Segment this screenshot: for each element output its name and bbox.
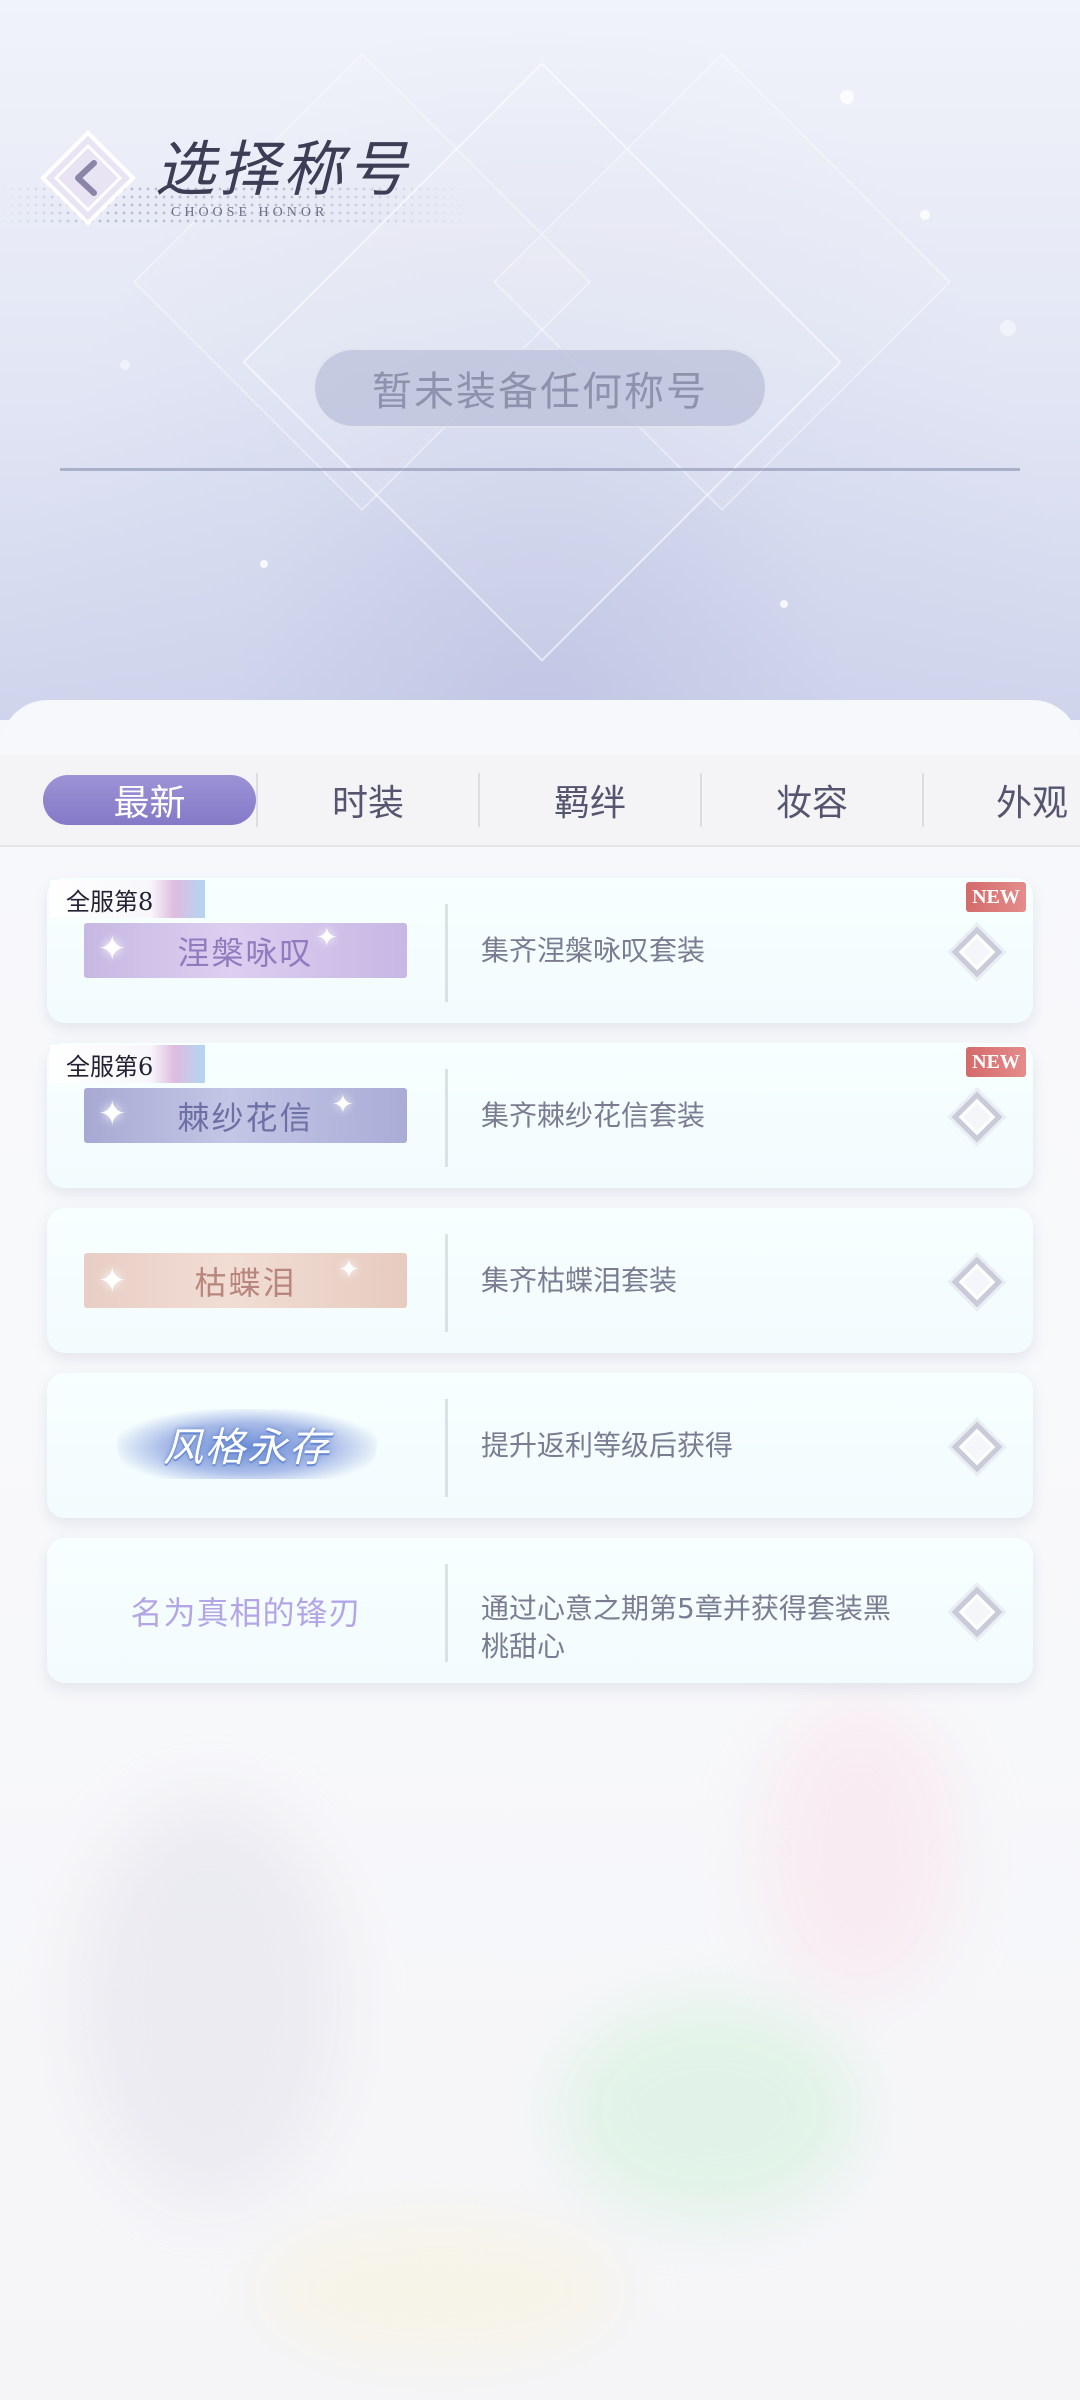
- equip-diamond-icon[interactable]: [951, 1421, 1003, 1473]
- card-divider: [445, 1234, 448, 1332]
- title-list-panel: 最新 时装 羁绊 妆容 外观 ✦ ✦ 涅槃咏叹 全服第8 NEW 集齐涅槃咏叹套…: [0, 700, 1080, 2400]
- back-button[interactable]: [38, 128, 138, 228]
- title-name-plate: ✦ ✦ 枯蝶泪: [84, 1253, 407, 1308]
- page-subtitle: CHOOSE HONOR: [171, 205, 329, 220]
- new-badge: NEW: [966, 882, 1026, 912]
- title-name-plate: ✦ ✦ 棘纱花信: [84, 1088, 407, 1143]
- tab-latest[interactable]: 最新: [43, 755, 256, 845]
- tab-appearance[interactable]: 外观: [924, 755, 1080, 845]
- tab-label: 外观: [996, 783, 1069, 824]
- decor-glow: [260, 2220, 620, 2360]
- rank-tag: 全服第6: [50, 1045, 205, 1083]
- sparkle: [840, 90, 854, 104]
- title-card[interactable]: ✦ ✦ 棘纱花信 全服第6 NEW 集齐棘纱花信套装: [47, 1043, 1033, 1188]
- title-name: 名为真相的锋刃: [130, 1593, 362, 1632]
- title-card[interactable]: ✦ ✦ 枯蝶泪 集齐枯蝶泪套装: [47, 1208, 1033, 1353]
- equip-diamond-icon[interactable]: [951, 1091, 1003, 1143]
- decor-glow: [560, 2000, 860, 2220]
- category-tabs: 最新 时装 羁绊 妆容 外观: [0, 755, 1080, 847]
- sparkle-icon: ✦: [98, 929, 129, 969]
- decor-glow: [80, 1800, 340, 2200]
- tab-bond[interactable]: 羁绊: [480, 755, 700, 845]
- sparkle-icon: ✦: [98, 1261, 129, 1301]
- title-card[interactable]: ✦ ✦ 涅槃咏叹 全服第8 NEW 集齐涅槃咏叹套装: [47, 878, 1033, 1023]
- title-requirement: 通过心意之期第5章并获得套装黑桃甜心: [481, 1592, 891, 1663]
- title-requirement: 集齐棘纱花信套装: [481, 1098, 706, 1132]
- sparkle-icon: ✦: [332, 1090, 356, 1120]
- tab-label: 最新: [113, 783, 186, 824]
- sparkle: [920, 210, 930, 220]
- title-requirement: 提升返利等级后获得: [481, 1428, 734, 1462]
- sparkle: [780, 600, 788, 608]
- equip-diamond-icon[interactable]: [951, 1586, 1003, 1638]
- decor-glow: [760, 1700, 960, 2000]
- sparkle: [120, 360, 130, 370]
- rank-tag: 全服第8: [50, 880, 205, 918]
- card-divider: [445, 1564, 448, 1662]
- sparkle: [260, 560, 268, 568]
- divider: [60, 468, 1020, 471]
- title-name-plate: ✦ ✦ 涅槃咏叹: [84, 923, 407, 978]
- title-name: 棘纱花信: [177, 1098, 314, 1137]
- title-name: 枯蝶泪: [194, 1263, 297, 1302]
- title-card[interactable]: 风格永存 提升返利等级后获得: [47, 1373, 1033, 1518]
- tab-fashion[interactable]: 时装: [258, 755, 478, 845]
- equip-diamond-icon[interactable]: [951, 926, 1003, 978]
- title-requirement: 集齐涅槃咏叹套装: [481, 933, 706, 967]
- title-name: 涅槃咏叹: [177, 933, 314, 972]
- sparkle-icon: ✦: [98, 1094, 129, 1134]
- sparkle-icon: ✦: [338, 1255, 362, 1285]
- tab-label: 时装: [331, 783, 404, 824]
- page-title: 选择称号: [155, 135, 411, 205]
- tab-label: 妆容: [775, 783, 848, 824]
- card-divider: [445, 1399, 448, 1497]
- page-title-block: 选择称号 CHOOSE HONOR: [155, 135, 411, 221]
- back-arrow-icon: [40, 130, 136, 226]
- sparkle-icon: ✦: [316, 923, 340, 953]
- card-divider: [445, 904, 448, 1002]
- tab-makeup[interactable]: 妆容: [702, 755, 922, 845]
- title-name: 风格永存: [163, 1425, 331, 1471]
- title-card[interactable]: 名为真相的锋刃 通过心意之期第5章并获得套装黑桃甜心: [47, 1538, 1033, 1683]
- title-logo: 风格永存: [117, 1409, 377, 1479]
- equipped-title-status: 暂未装备任何称号: [313, 348, 767, 428]
- sparkle: [1000, 320, 1016, 336]
- equip-diamond-icon[interactable]: [951, 1256, 1003, 1308]
- title-requirement: 集齐枯蝶泪套装: [481, 1263, 678, 1297]
- new-badge: NEW: [966, 1047, 1026, 1077]
- tab-label: 羁绊: [553, 783, 626, 824]
- card-divider: [445, 1069, 448, 1167]
